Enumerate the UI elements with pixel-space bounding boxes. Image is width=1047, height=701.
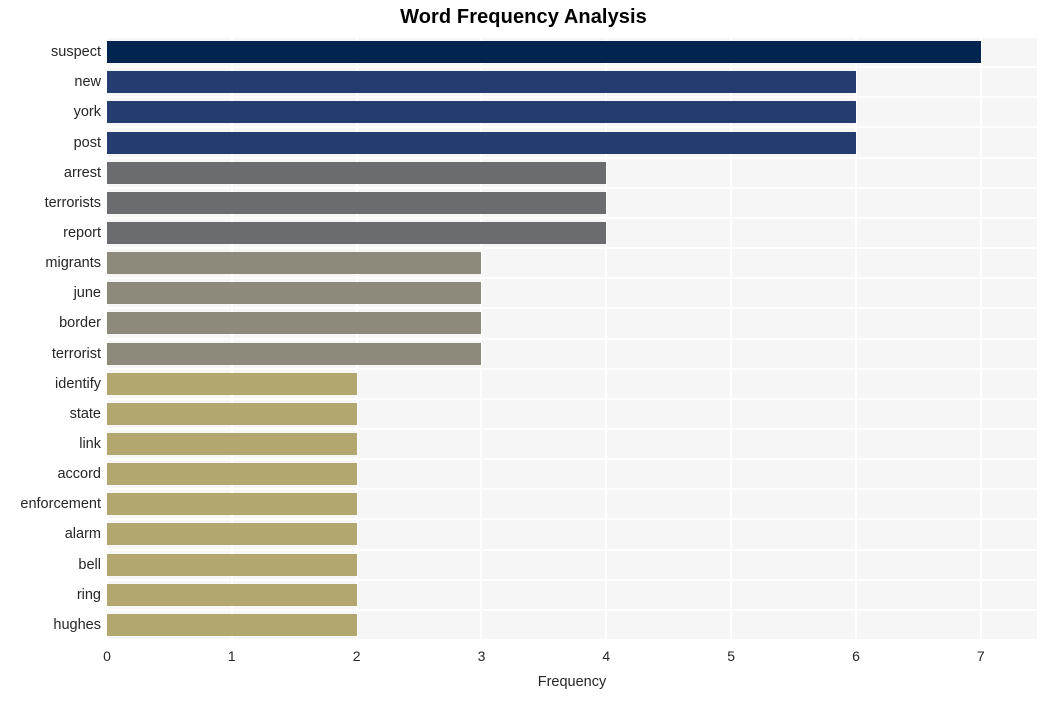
bar [107,252,482,275]
bar [107,372,357,395]
gridline-horizontal [107,36,1037,38]
bar [107,191,607,214]
gridline-horizontal [107,96,1037,99]
y-axis-tick-label: report [63,224,101,241]
gridline-horizontal [107,247,1037,250]
x-axis-tick-label: 3 [477,648,486,664]
bar [107,101,856,124]
x-axis-tick-label: 6 [852,648,860,664]
y-axis-tick-label: ring [76,586,101,603]
chart-figure: Word Frequency Analysis suspect new york po… [0,0,1047,701]
bar [107,493,357,516]
gridline-horizontal [107,186,1037,189]
y-axis-tick-label: enforcement [20,496,101,513]
gridline-horizontal [107,156,1037,159]
y-axis-tick-label: terrorist [51,345,101,362]
x-axis-tick-label: 2 [352,648,361,664]
gridline-horizontal [107,397,1037,400]
bar [107,131,856,154]
y-axis-tick-label: york [73,104,101,121]
bar [107,402,357,425]
y-axis-tick-label: suspect [51,44,101,61]
y-axis-tick-label: state [69,405,101,422]
x-axis-tick-label: 1 [227,648,236,664]
y-axis-tick-label: terrorists [44,194,101,211]
bar [107,312,482,335]
gridline-horizontal [107,66,1037,69]
x-axis-tick-label: 0 [103,648,111,664]
bar [107,463,357,486]
gridline-horizontal [107,337,1037,340]
bar [107,433,357,456]
y-axis-tick-label: identify [55,375,101,392]
gridline-horizontal [107,216,1037,219]
y-axis-tick-label: accord [57,466,101,483]
y-axis-tick-label: post [73,134,101,151]
x-axis-tick-label: 5 [727,648,736,664]
x-axis-tick-label: 4 [602,648,611,664]
y-axis-tick-label: new [74,74,101,91]
bar [107,71,856,94]
x-axis-label: Frequency [537,674,607,690]
y-axis-tick-label: link [79,436,101,453]
gridline-horizontal [107,307,1037,310]
gridline-horizontal [107,458,1037,461]
y-axis-tick-label: alarm [64,526,101,543]
bar [107,583,357,606]
plot-area [106,36,1037,641]
y-axis-tick-label: hughes [53,616,101,633]
gridline-horizontal [107,488,1037,491]
gridline-horizontal [107,277,1037,280]
bar [107,523,357,546]
gridline-horizontal [107,367,1037,370]
gridline-horizontal [107,427,1037,430]
x-axis-tick-label: 7 [976,648,985,664]
chart-title: Word Frequency Analysis [400,6,647,28]
y-axis-tick-label: border [59,315,101,332]
bar [107,221,607,244]
bar [107,41,981,64]
bar [107,282,482,305]
bar [107,613,357,636]
gridline-horizontal [107,639,1037,641]
gridline-horizontal [107,518,1037,521]
bar [107,161,607,184]
gridline-horizontal [107,578,1037,581]
gridline-horizontal [107,126,1037,129]
gridline-horizontal [107,548,1037,551]
y-axis-tick-label: migrants [45,255,101,272]
y-axis-tick-label: june [73,285,101,302]
bar [107,342,482,365]
y-axis-tick-label: bell [78,556,101,573]
bar [107,553,357,576]
gridline-horizontal [107,608,1037,611]
y-axis-tick-label: arrest [63,164,101,181]
